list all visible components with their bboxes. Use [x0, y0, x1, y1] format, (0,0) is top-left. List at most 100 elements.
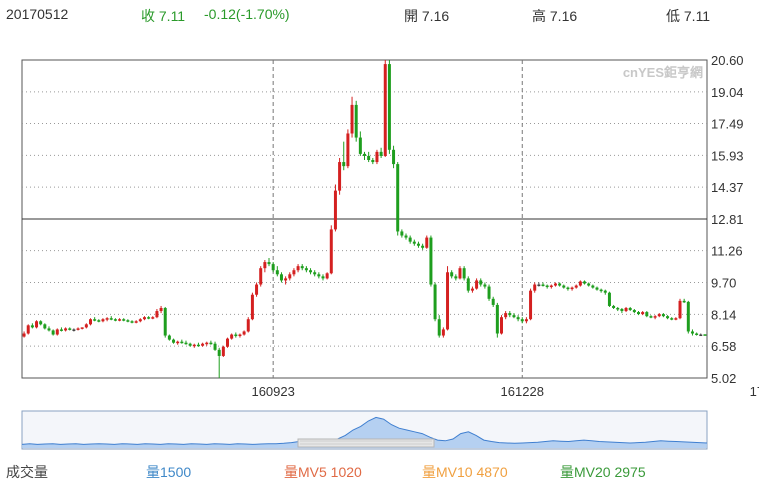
candle-body [450, 272, 454, 277]
candle-body [624, 307, 628, 312]
candle-body [425, 237, 429, 248]
candle-body [607, 292, 611, 306]
candle [354, 100, 358, 142]
candle [396, 162, 400, 236]
candle-body [632, 310, 636, 313]
volume-mv20: 量MV20 2975 [560, 464, 646, 480]
candle-body [93, 319, 97, 321]
candle-body [138, 319, 142, 322]
y-tick-label: 12.81 [711, 212, 744, 227]
candle-body [583, 281, 587, 284]
candle-body [529, 290, 533, 320]
volume-legend: 成交量 量1500 量MV5 1020 量MV10 4870 量MV20 297… [0, 458, 759, 480]
y-tick-label: 20.60 [711, 53, 744, 68]
watermark-logo: cnYES鉅亨網 [623, 65, 703, 80]
candle-body [666, 316, 670, 319]
candle [462, 266, 466, 281]
candlestick-chart[interactable]: cnYES鉅亨網 20.60 19.04 17.49 15.93 14.37 12.81 1… [0, 0, 759, 458]
candle [466, 276, 470, 293]
candle-body [68, 328, 72, 330]
candle-body [192, 344, 196, 347]
candle-body [703, 334, 707, 336]
candle-body [122, 319, 126, 321]
candle [163, 306, 167, 338]
candle-body [375, 151, 379, 163]
candle-body [383, 64, 387, 156]
candle-body [587, 283, 591, 286]
candle-body [578, 281, 582, 286]
candle-body [118, 319, 122, 321]
volume-mv10: 量MV10 4870 [422, 464, 508, 480]
x-tick-label: 170223 [750, 384, 759, 399]
candle-body [142, 317, 146, 320]
candle-body [396, 164, 400, 232]
candle-body [487, 286, 491, 299]
candle-body [491, 298, 495, 305]
candle-body [105, 318, 109, 320]
candle-body [537, 284, 541, 287]
candle-body [637, 312, 640, 315]
candle-body [288, 274, 292, 279]
candle-body [562, 285, 566, 288]
navigator-scroll-handle[interactable] [297, 438, 435, 448]
y-tick-label: 14.37 [711, 180, 744, 195]
y-tick-label: 17.49 [711, 116, 744, 131]
candle [329, 225, 333, 275]
candle-body [51, 330, 55, 335]
volume-mv5: 量MV5 1020 [284, 464, 362, 480]
candle-body [392, 149, 396, 165]
candle-body [686, 301, 690, 332]
candle-body [275, 270, 279, 275]
y-tick-label: 15.93 [711, 148, 744, 163]
candle-body [159, 307, 163, 312]
candle [55, 328, 59, 336]
candle-body [446, 272, 450, 330]
candle-body [371, 160, 375, 163]
candle-body [520, 319, 524, 322]
candle-body [201, 343, 205, 346]
candle-body [226, 338, 229, 347]
y-tick-label: 8.14 [711, 307, 736, 322]
candle-body [566, 287, 570, 290]
candle-body [309, 270, 313, 273]
candle [246, 317, 250, 333]
candle-body [188, 343, 192, 346]
candle-body [209, 342, 213, 345]
candle-body [39, 321, 43, 325]
candle-body [408, 237, 412, 242]
candle [375, 149, 379, 165]
candle-body [230, 334, 234, 339]
candle-body [533, 284, 537, 291]
candle-body [238, 334, 242, 337]
candle-body [43, 324, 47, 329]
candle-body [354, 104, 358, 138]
candle-body [80, 327, 84, 329]
y-tick-label: 9.70 [711, 275, 736, 290]
candle-body [678, 300, 682, 319]
candle-body [196, 344, 200, 347]
candle-body [221, 346, 225, 356]
candle-body [109, 318, 113, 320]
candle-body [338, 162, 342, 191]
candle-body [421, 245, 425, 248]
range-navigator[interactable] [21, 410, 708, 450]
candle-body [250, 294, 254, 320]
candle-body [35, 321, 39, 328]
candle-body [304, 268, 308, 271]
candle-body [242, 331, 246, 335]
candle-body [180, 341, 184, 344]
candle-body [483, 284, 487, 287]
candle-body [76, 328, 80, 330]
candle-body [699, 334, 703, 337]
candle [446, 266, 450, 331]
candle-body [441, 329, 445, 336]
candle-body [429, 237, 433, 285]
candle-body [661, 314, 665, 317]
candle-body [541, 284, 545, 287]
candle [89, 318, 92, 326]
candle-body [113, 319, 117, 321]
candle-body [346, 133, 350, 167]
candle-body [657, 314, 661, 317]
candle-body [255, 284, 259, 295]
candle-body [437, 319, 441, 336]
